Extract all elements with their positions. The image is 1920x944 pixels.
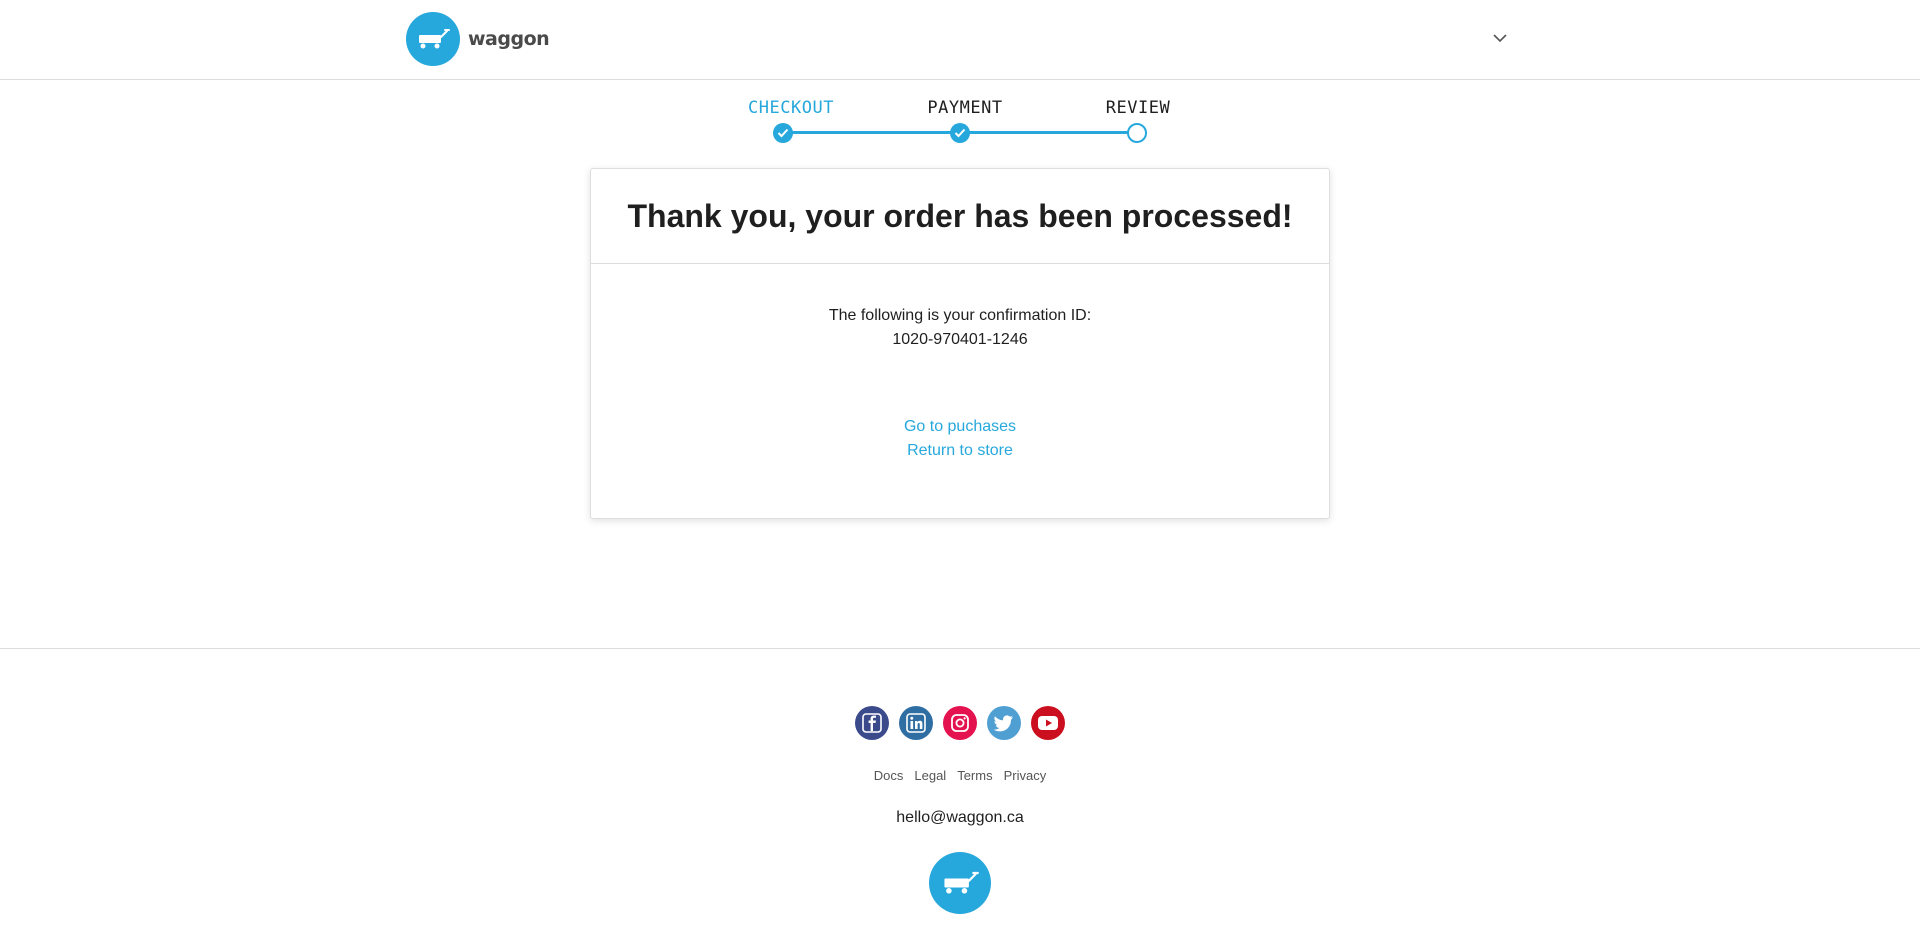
wagon-icon — [929, 852, 991, 914]
site-footer: Docs Legal Terms Privacy hello@waggon.ca — [0, 648, 1920, 944]
footer-nav: Docs Legal Terms Privacy — [0, 768, 1920, 783]
footer-link-privacy[interactable]: Privacy — [1004, 768, 1047, 783]
confirmation-links: Go to puchases Return to store — [591, 415, 1329, 463]
step-payment-label: PAYMENT — [927, 98, 1003, 118]
step-review-marker — [1127, 123, 1147, 143]
step-checkout-label: CHECKOUT — [748, 98, 834, 118]
confirmation-id: 1020-970401-1246 — [892, 331, 1028, 348]
footer-link-terms[interactable]: Terms — [957, 768, 992, 783]
step-payment-marker — [950, 123, 970, 143]
confirmation-label: The following is your confirmation ID: — [828, 307, 1092, 324]
check-icon — [954, 128, 966, 138]
contact-email: hello@waggon.ca — [896, 809, 1024, 826]
facebook-icon[interactable] — [855, 706, 889, 740]
step-connector-2 — [960, 131, 1137, 134]
youtube-icon[interactable] — [1031, 706, 1065, 740]
step-review-label: REVIEW — [1105, 98, 1171, 118]
card-body: The following is your confirmation ID: 1… — [591, 264, 1329, 463]
step-connector-1 — [783, 131, 960, 134]
footer-link-legal[interactable]: Legal — [914, 768, 946, 783]
order-confirmation-card: Thank you, your order has been processed… — [590, 168, 1330, 519]
linkedin-icon[interactable] — [899, 706, 933, 740]
social-links — [0, 706, 1920, 740]
go-to-purchases-link[interactable]: Go to puchases — [591, 415, 1329, 439]
footer-link-docs[interactable]: Docs — [874, 768, 904, 783]
confirmation-title: Thank you, your order has been processed… — [627, 197, 1293, 234]
checkout-stepper: CHECKOUT PAYMENT REVIEW — [0, 0, 1920, 150]
instagram-icon[interactable] — [943, 706, 977, 740]
twitter-icon[interactable] — [987, 706, 1021, 740]
return-to-store-link[interactable]: Return to store — [591, 439, 1329, 463]
card-header: Thank you, your order has been processed… — [591, 169, 1329, 264]
step-checkout-marker — [773, 123, 793, 143]
check-icon — [777, 128, 789, 138]
